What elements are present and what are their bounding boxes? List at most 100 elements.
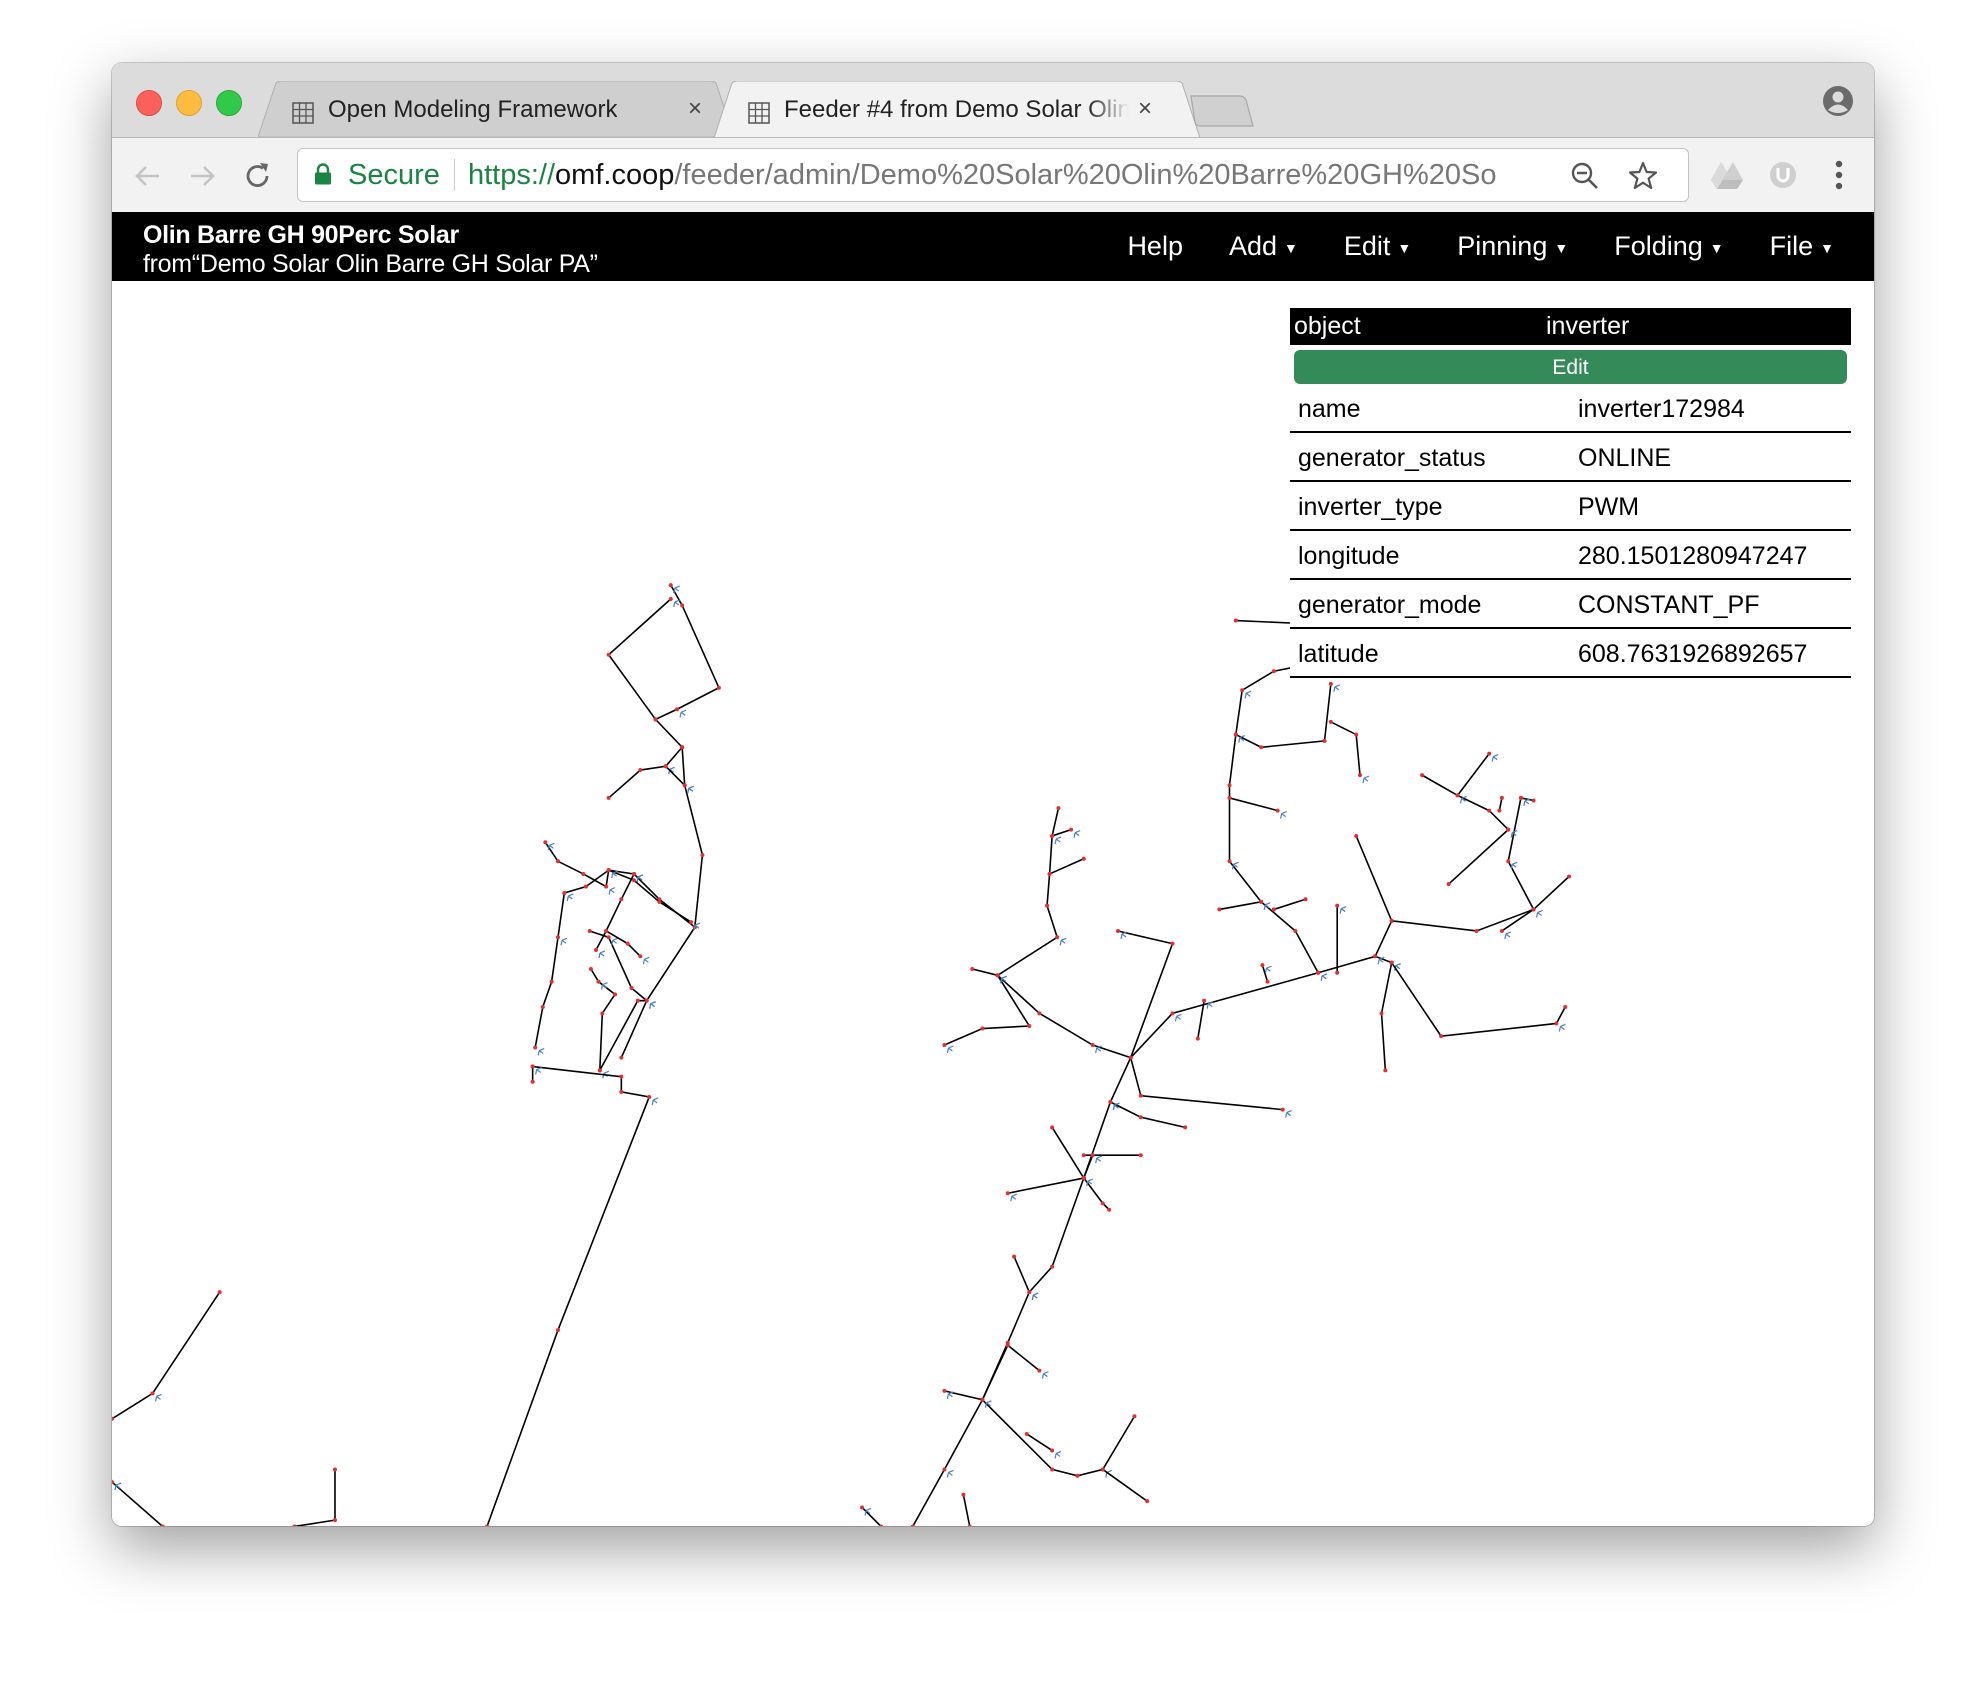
tab-feeder[interactable]: Feeder #4 from Demo Solar Olin × bbox=[714, 81, 1200, 137]
feeder-node[interactable] bbox=[1233, 618, 1238, 623]
feeder-node[interactable] bbox=[1183, 1125, 1188, 1130]
google-drive-icon[interactable] bbox=[1710, 158, 1744, 192]
feeder-line[interactable] bbox=[962, 1494, 971, 1526]
feeder-node[interactable] bbox=[663, 764, 668, 769]
feeder-line[interactable] bbox=[1355, 835, 1393, 957]
feeder-line[interactable] bbox=[1448, 829, 1509, 885]
load-marker-icon[interactable] bbox=[687, 785, 694, 794]
feeder-node[interactable] bbox=[1446, 882, 1451, 887]
feeder-node[interactable] bbox=[1518, 795, 1523, 800]
feeder-node[interactable] bbox=[1202, 998, 1207, 1003]
load-marker-icon[interactable] bbox=[535, 1066, 542, 1075]
load-marker-icon[interactable] bbox=[1280, 811, 1287, 819]
back-icon[interactable] bbox=[132, 160, 164, 192]
feeder-node[interactable] bbox=[1037, 1368, 1042, 1373]
feeder-node[interactable] bbox=[682, 783, 687, 788]
feeder-node[interactable] bbox=[657, 899, 662, 904]
feeder-node[interactable] bbox=[588, 966, 593, 971]
feeder-node[interactable] bbox=[581, 871, 586, 876]
feeder-node[interactable] bbox=[1081, 1153, 1086, 1158]
feeder-node[interactable] bbox=[1499, 928, 1504, 933]
feeder-node[interactable] bbox=[1328, 681, 1333, 686]
feeder-node[interactable] bbox=[1389, 960, 1394, 965]
feeder-node[interactable] bbox=[970, 966, 975, 971]
feeder-line[interactable] bbox=[1129, 1057, 1283, 1111]
feeder-node[interactable] bbox=[1027, 1290, 1032, 1295]
load-marker-icon[interactable] bbox=[946, 1469, 954, 1478]
feeder-node[interactable] bbox=[1335, 970, 1340, 975]
feeder-node[interactable] bbox=[619, 1074, 624, 1079]
feeder-line[interactable] bbox=[1051, 1126, 1085, 1179]
feeder-line[interactable] bbox=[1110, 1101, 1186, 1129]
feeder-line[interactable] bbox=[1013, 1256, 1031, 1293]
load-marker-icon[interactable] bbox=[679, 709, 687, 718]
load-marker-icon[interactable] bbox=[1333, 684, 1341, 693]
feeder-node[interactable] bbox=[1474, 928, 1479, 933]
feeder-node[interactable] bbox=[606, 868, 611, 873]
forward-icon[interactable] bbox=[186, 160, 218, 192]
feeder-line[interactable] bbox=[1051, 828, 1072, 837]
feeder-node[interactable] bbox=[668, 583, 673, 588]
menu-add[interactable]: Add ▼ bbox=[1229, 231, 1298, 262]
feeder-node[interactable] bbox=[1081, 1176, 1086, 1181]
feeder-node[interactable] bbox=[555, 859, 560, 864]
feeder-line[interactable] bbox=[112, 1291, 221, 1420]
feeder-node[interactable] bbox=[635, 998, 640, 1003]
load-marker-icon[interactable] bbox=[1339, 906, 1347, 914]
feeder-node[interactable] bbox=[1357, 773, 1362, 778]
feeder-line[interactable] bbox=[1229, 797, 1278, 812]
feeder-node[interactable] bbox=[606, 652, 611, 657]
feeder-node[interactable] bbox=[680, 745, 685, 750]
load-marker-icon[interactable] bbox=[1010, 1193, 1017, 1202]
feeder-node[interactable] bbox=[1050, 1125, 1055, 1130]
load-marker-icon[interactable] bbox=[1073, 830, 1081, 838]
feeder-line[interactable] bbox=[599, 999, 647, 1071]
feeder-node[interactable] bbox=[1567, 874, 1572, 879]
feeder-line[interactable] bbox=[544, 841, 610, 888]
feeder-line[interactable] bbox=[1083, 1154, 1094, 1179]
feeder-node[interactable] bbox=[1389, 918, 1394, 923]
feeder-node[interactable] bbox=[217, 1290, 222, 1295]
menu-dots-icon[interactable] bbox=[1822, 158, 1856, 192]
load-marker-icon[interactable] bbox=[1054, 1450, 1062, 1459]
feeder-line[interactable] bbox=[1330, 721, 1361, 776]
feeder-node[interactable] bbox=[530, 1064, 535, 1069]
menu-file[interactable]: File ▼ bbox=[1770, 231, 1834, 262]
feeder-node[interactable] bbox=[980, 1397, 985, 1402]
feeder-line[interactable] bbox=[944, 974, 1031, 1046]
feeder-node[interactable] bbox=[625, 941, 630, 946]
feeder-node[interactable] bbox=[961, 1492, 966, 1497]
feeder-node[interactable] bbox=[612, 992, 617, 997]
feeder-node[interactable] bbox=[1303, 897, 1308, 902]
load-marker-icon[interactable] bbox=[1244, 690, 1252, 699]
feeder-node[interactable] bbox=[593, 947, 598, 952]
feeder-node[interactable] bbox=[1037, 1011, 1042, 1016]
feeder-node[interactable] bbox=[1056, 806, 1061, 811]
feeder-node[interactable] bbox=[540, 1004, 545, 1009]
load-marker-icon[interactable] bbox=[642, 956, 650, 965]
feeder-node[interactable] bbox=[1420, 773, 1425, 778]
feeder-node[interactable] bbox=[292, 1524, 297, 1526]
load-marker-icon[interactable] bbox=[1059, 937, 1067, 946]
load-marker-icon[interactable] bbox=[1535, 909, 1543, 918]
load-marker-icon[interactable] bbox=[1491, 754, 1499, 762]
address-bar[interactable]: Secure https://omf.coop/feeder/admin/Dem… bbox=[297, 148, 1689, 202]
feeder-node[interactable] bbox=[1170, 941, 1175, 946]
feeder-node[interactable] bbox=[606, 795, 611, 800]
zoom-out-icon[interactable] bbox=[1570, 161, 1600, 191]
feeder-node[interactable] bbox=[1081, 856, 1086, 861]
profile-icon[interactable] bbox=[1822, 85, 1854, 117]
feeder-node[interactable] bbox=[543, 840, 548, 845]
feeder-line[interactable] bbox=[1273, 898, 1306, 911]
feeder-node[interactable] bbox=[619, 1089, 624, 1094]
feeder-node[interactable] bbox=[619, 1055, 624, 1060]
feeder-line[interactable] bbox=[1456, 753, 1490, 796]
feeder-node[interactable] bbox=[1265, 979, 1270, 984]
feeder-line[interactable] bbox=[595, 873, 635, 951]
feeder-node[interactable] bbox=[1497, 808, 1502, 813]
feeder-node[interactable] bbox=[860, 1505, 865, 1510]
feeder-node[interactable] bbox=[1373, 954, 1378, 959]
feeder-node[interactable] bbox=[1335, 903, 1340, 908]
feeder-node[interactable] bbox=[1050, 1264, 1055, 1269]
close-window-button[interactable] bbox=[136, 90, 162, 116]
